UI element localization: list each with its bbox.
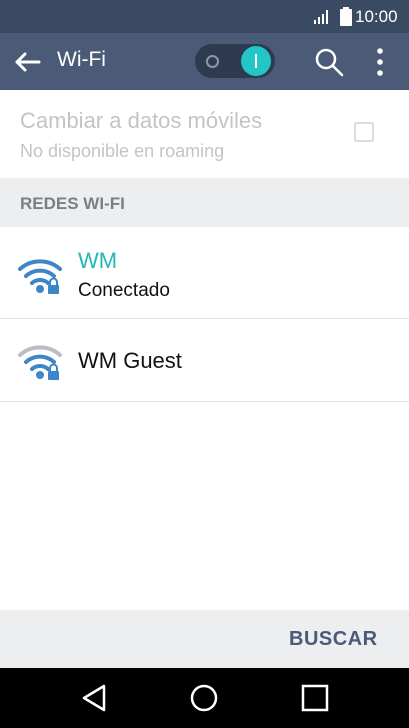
nav-home-icon[interactable] [188,682,220,714]
signal-strength-icon [314,10,328,24]
toggle-off-indicator [206,55,219,68]
status-time: 10:00 [355,7,398,26]
navigation-bar [0,668,409,728]
page-title: Wi-Fi [57,48,106,71]
nav-recents-icon[interactable] [299,682,331,714]
search-icon[interactable] [313,46,345,78]
status-bar: 10:00 [0,0,409,33]
mobile-data-checkbox [354,122,374,142]
app-bar: Wi-Fi [0,33,409,90]
more-options-icon[interactable] [368,46,392,78]
mobile-data-title: Cambiar a datos móviles [20,108,263,133]
nav-back-icon[interactable] [78,682,110,714]
network-item-wm[interactable]: WM Conectado [0,227,409,319]
network-status: Conectado [78,280,170,301]
back-arrow-icon[interactable] [12,46,44,78]
section-header-label: REDES WI-FI [20,194,125,213]
wifi-lock-icon [18,345,62,380]
toggle-knob [241,46,271,76]
network-name: WM [78,248,118,273]
network-name: WM Guest [78,348,182,373]
section-header: REDES WI-FI [0,178,409,227]
bottom-action-bar: BUSCAR [0,610,409,668]
scan-button[interactable]: BUSCAR [289,628,378,651]
mobile-data-setting: Cambiar a datos móviles No disponible en… [0,90,409,178]
battery-icon [340,7,352,26]
mobile-data-subtitle: No disponible en roaming [20,141,225,161]
wifi-toggle-switch[interactable] [195,44,275,78]
wifi-lock-icon [18,259,62,294]
network-item-wm-guest[interactable]: WM Guest [0,319,409,402]
